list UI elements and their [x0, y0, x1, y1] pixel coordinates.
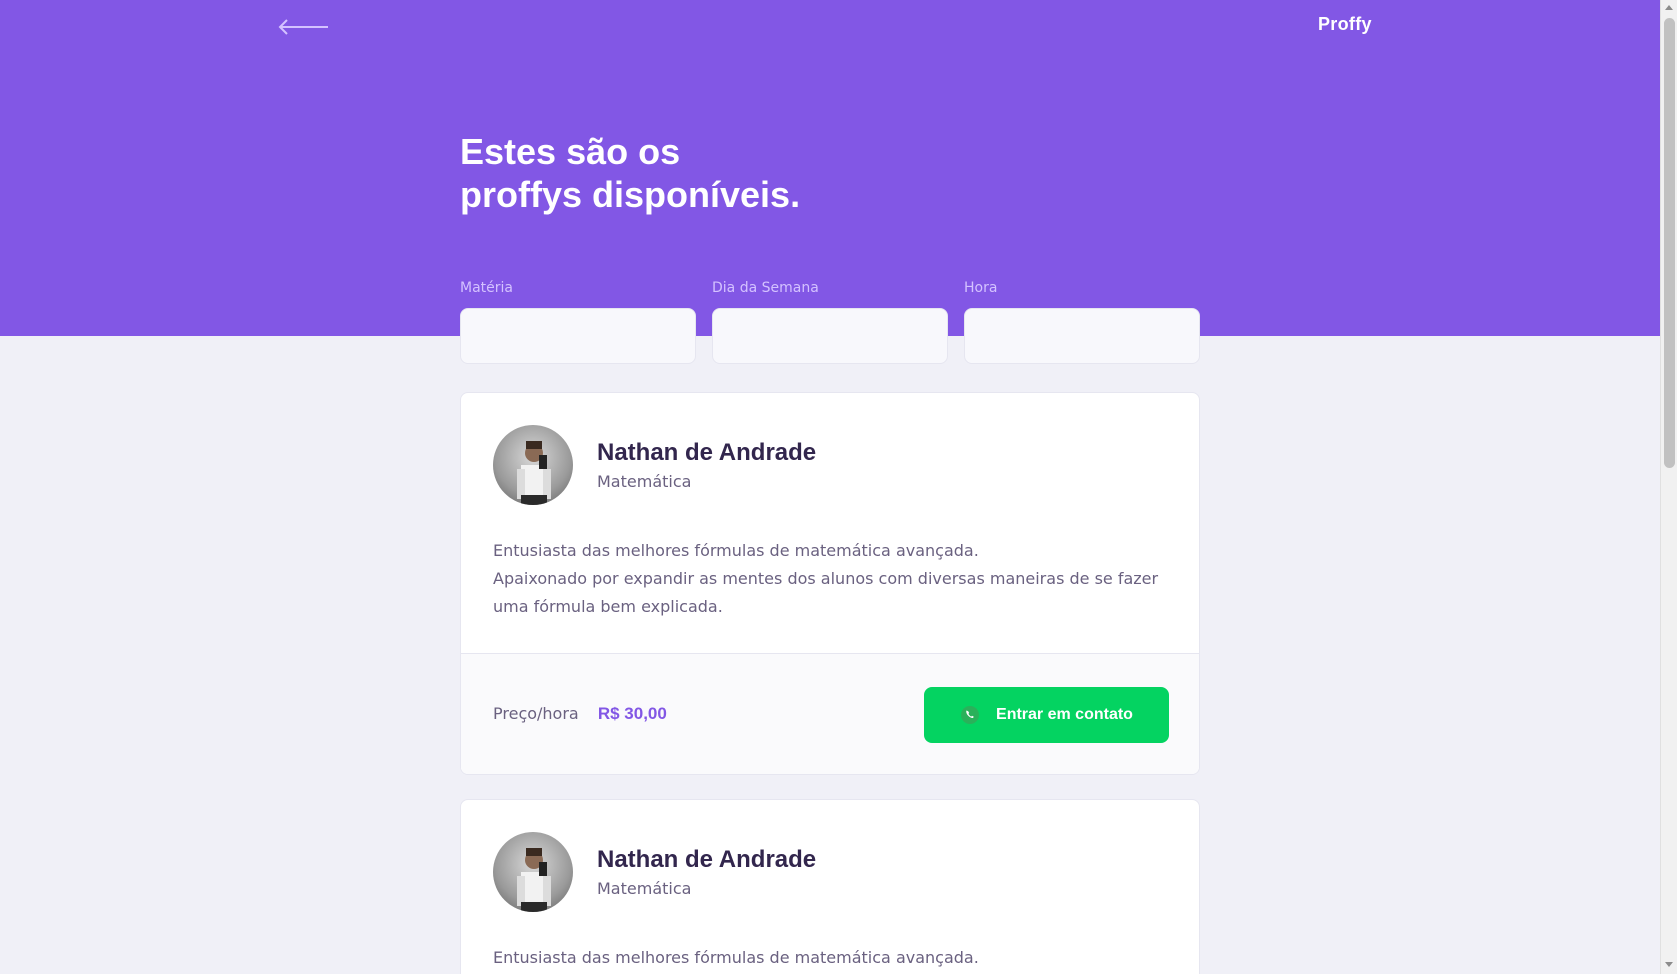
subject-input[interactable] [460, 308, 696, 364]
bio-line: Apaixonado por expandir as mentes dos al… [493, 569, 1159, 616]
filter-subject-label: Matéria [460, 280, 513, 296]
title-line-1: Estes são os [460, 131, 681, 172]
filter-time: Hora [964, 280, 1200, 364]
scroll-down-icon[interactable] [1665, 962, 1673, 967]
avatar [493, 425, 573, 505]
teacher-name-block: Nathan de Andrade Matemática [597, 845, 816, 899]
back-button[interactable] [278, 16, 330, 38]
proffy-logo: Proffy [1318, 14, 1372, 34]
search-filters-form: Matéria Dia da Semana Hora [460, 280, 1200, 364]
filter-weekday-label: Dia da Semana [712, 280, 819, 296]
price-label: Preço/hora [493, 704, 579, 723]
teacher-card: Nathan de Andrade Matemática Entusiasta … [460, 392, 1200, 775]
price-value: R$ 30,00 [597, 704, 667, 723]
scroll-up-icon[interactable] [1665, 5, 1673, 10]
bio-line: Entusiasta das melhores fórmulas de mate… [493, 541, 979, 560]
vertical-scrollbar[interactable] [1660, 0, 1677, 974]
arrow-left-icon [278, 19, 328, 35]
contact-button-label: Entrar em contato [996, 706, 1133, 723]
teacher-bio: Entusiasta das melhores fórmulas de mate… [493, 944, 1169, 972]
scroll-thumb[interactable] [1664, 18, 1675, 468]
title-line-2: proffys disponíveis. [460, 174, 801, 215]
teacher-name: Nathan de Andrade [597, 439, 817, 466]
avatar [493, 832, 573, 912]
bio-line: Entusiasta das melhores fórmulas de mate… [493, 948, 979, 967]
filter-time-label: Hora [964, 280, 998, 296]
filter-weekday: Dia da Semana [712, 280, 948, 364]
time-input[interactable] [964, 308, 1200, 364]
page-title: Estes são os proffys disponíveis. [460, 130, 940, 216]
teacher-name-block: Nathan de Andrade Matemática [597, 438, 816, 492]
teacher-subject: Matemática [597, 472, 692, 491]
page-header: Proffy Estes são os proffys disponíveis.… [0, 0, 1660, 364]
weekday-input[interactable] [712, 308, 948, 364]
contact-button[interactable]: Entrar em contato [924, 687, 1169, 743]
teacher-name: Nathan de Andrade [597, 846, 817, 873]
teacher-card-header: Nathan de Andrade Matemática [493, 425, 816, 505]
teacher-subject: Matemática [597, 879, 692, 898]
teacher-card-header: Nathan de Andrade Matemática [493, 832, 816, 912]
teacher-card: Nathan de Andrade Matemática Entusiasta … [460, 799, 1200, 974]
whatsapp-icon [960, 705, 980, 725]
teacher-bio: Entusiasta das melhores fórmulas de mate… [493, 537, 1169, 621]
price-info: Preço/hora R$ 30,00 [493, 704, 667, 724]
filter-subject: Matéria [460, 280, 696, 364]
teacher-card-footer: Preço/hora R$ 30,00 Entrar em contato [461, 653, 1199, 774]
